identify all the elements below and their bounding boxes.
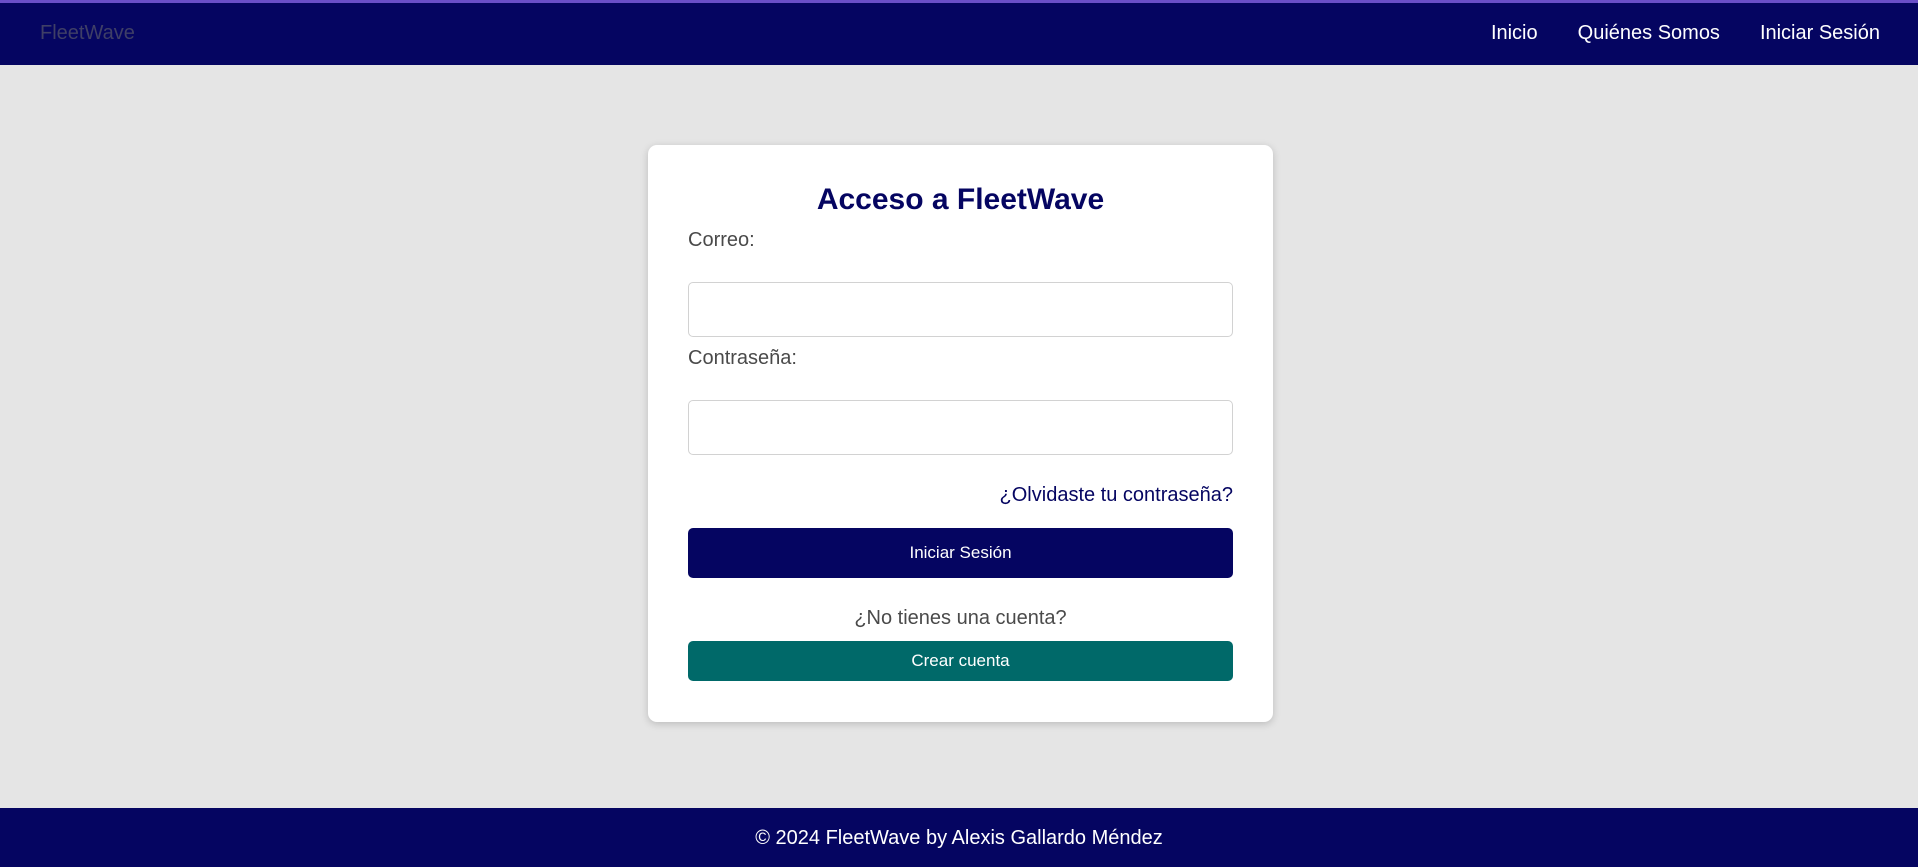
email-field[interactable] [688,282,1233,337]
email-label: Correo: [688,229,755,251]
password-label: Contraseña: [688,347,797,369]
footer: © 2024 FleetWave by Alexis Gallardo Ménd… [0,808,1918,867]
footer-copyright: © 2024 FleetWave by Alexis Gallardo Ménd… [755,827,1163,849]
top-navbar: FleetWave Inicio Quiénes Somos Iniciar S… [0,0,1918,65]
brand-logo[interactable]: FleetWave [40,22,135,45]
create-account-button[interactable]: Crear cuenta [688,641,1233,681]
login-title: Acceso a FleetWave [816,183,1105,216]
main-nav: Inicio Quiénes Somos Iniciar Sesión [1491,22,1880,45]
login-card: Acceso a FleetWave Correo: Contraseña: ¿… [648,145,1273,722]
nav-link-quienes-somos[interactable]: Quiénes Somos [1578,22,1720,45]
no-account-text: ¿No tienes una cuenta? [854,607,1067,629]
forgot-password-link[interactable]: ¿Olvidaste tu contraseña? [1000,484,1233,507]
nav-link-inicio[interactable]: Inicio [1491,22,1538,45]
login-button[interactable]: Iniciar Sesión [688,528,1233,578]
nav-link-iniciar-sesion[interactable]: Iniciar Sesión [1760,22,1880,45]
password-field[interactable] [688,400,1233,455]
